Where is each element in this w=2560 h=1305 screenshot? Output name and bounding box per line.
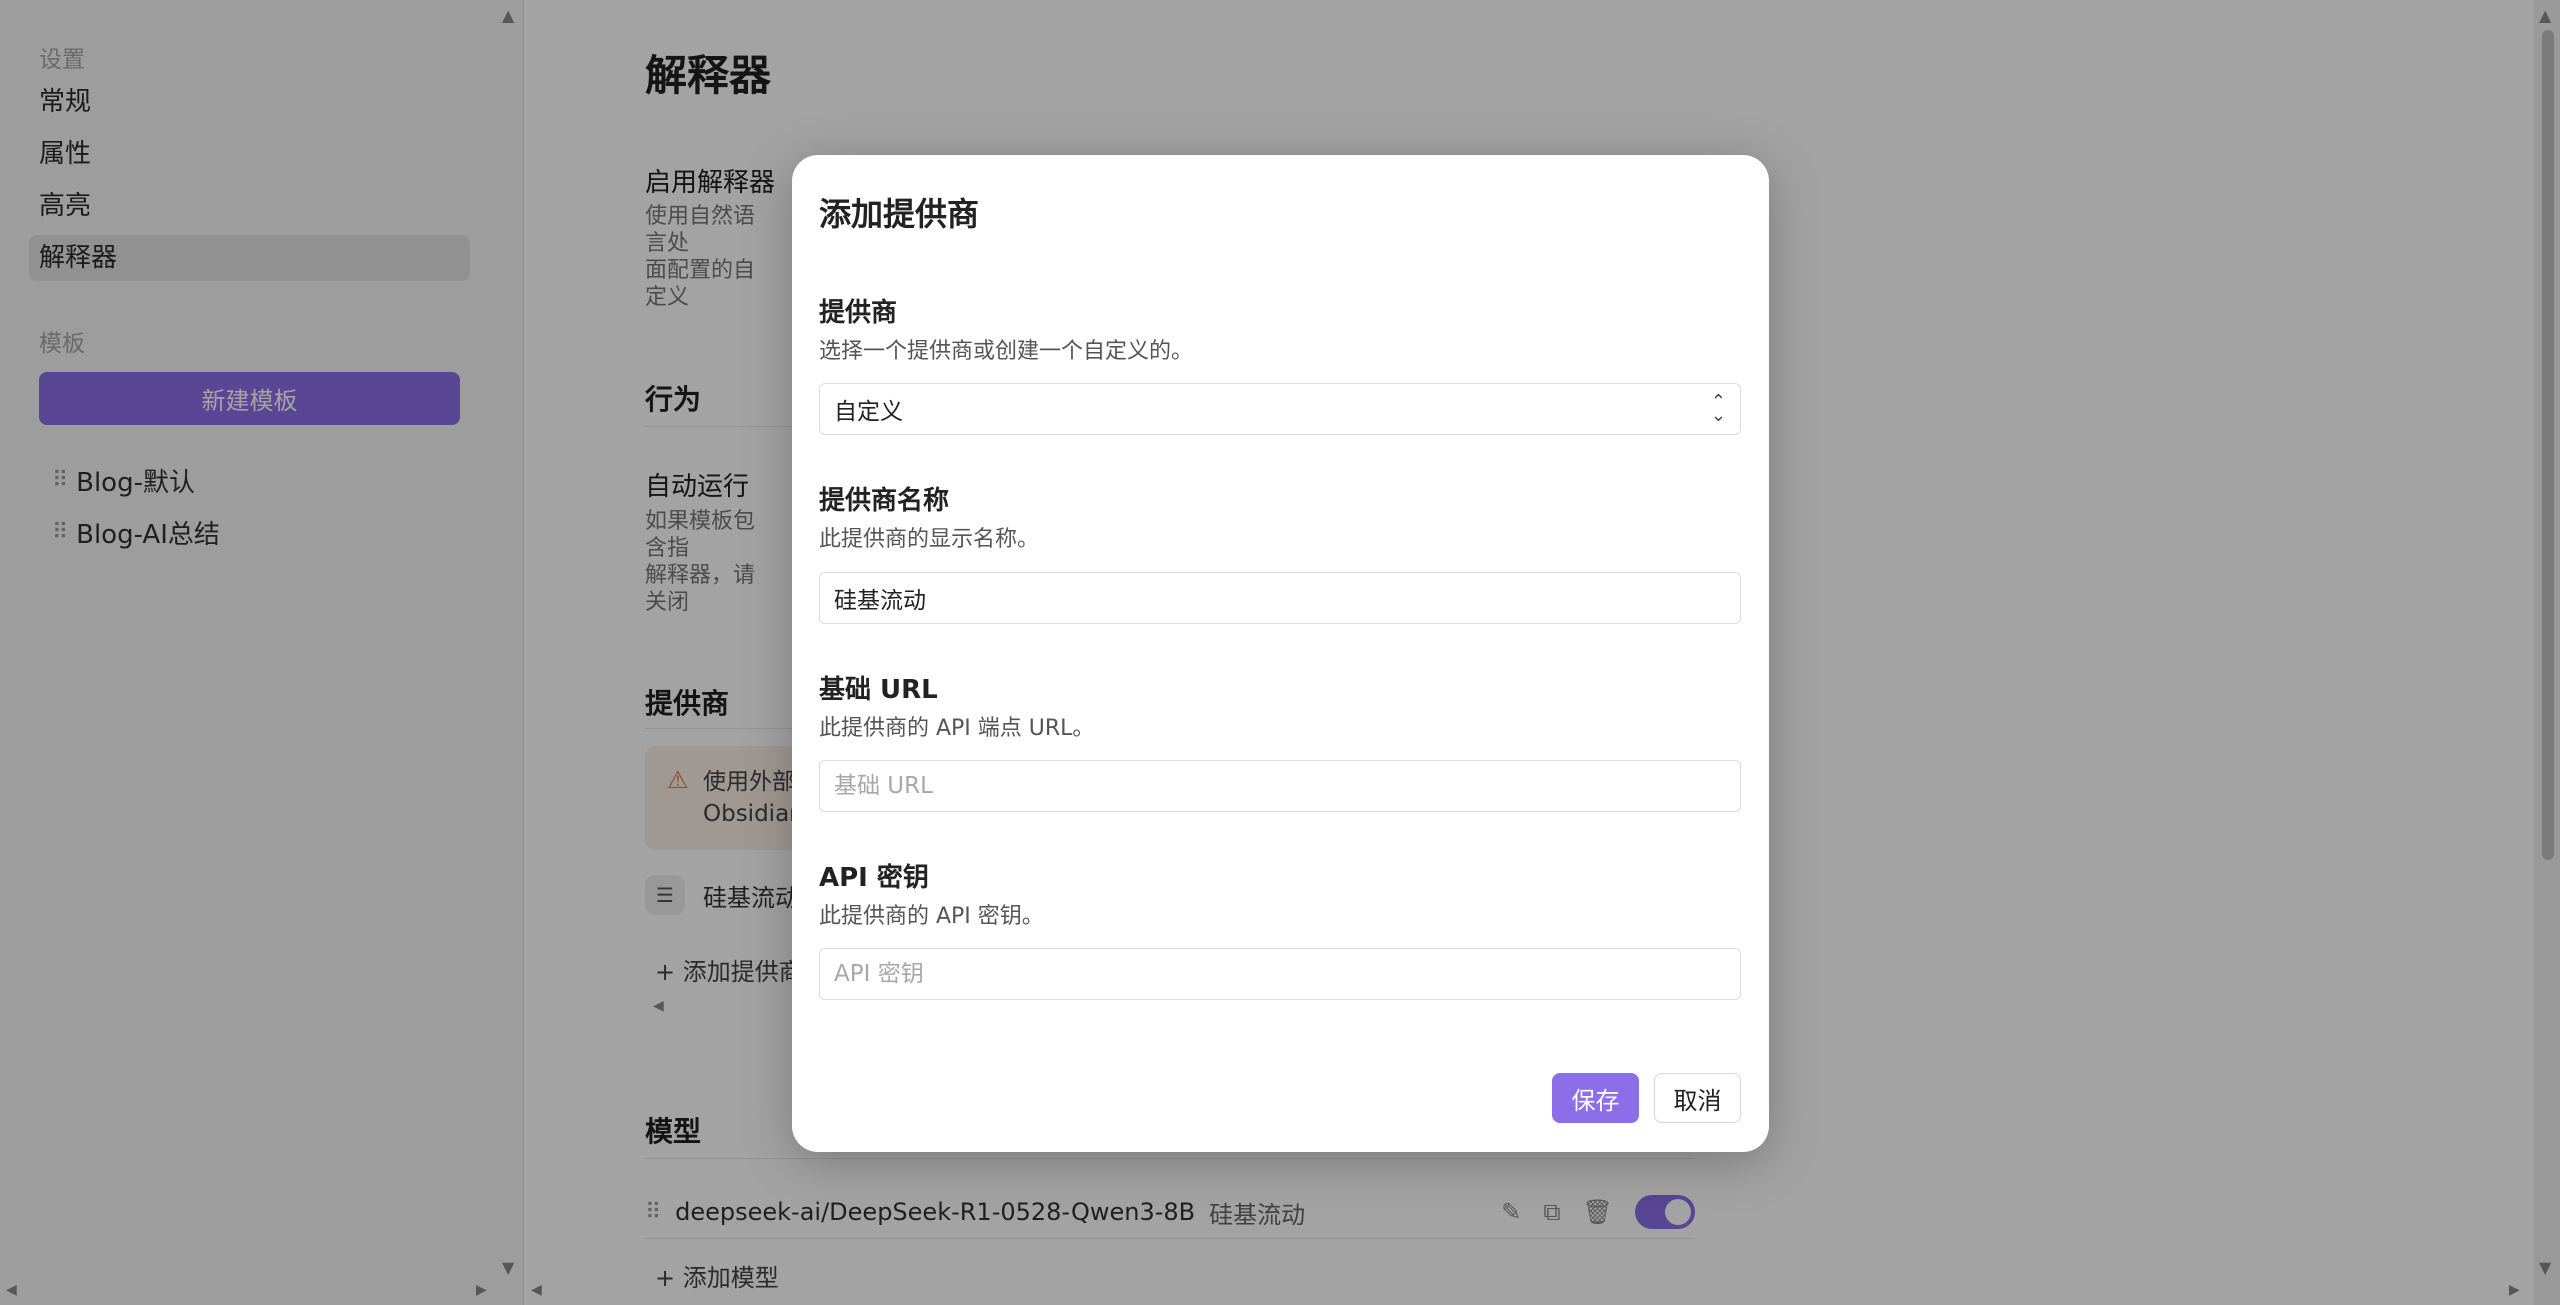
provider-name-desc: 此提供商的显示名称。 <box>819 527 1040 552</box>
provider-select-value: 自定义 <box>834 399 903 425</box>
dialog-title: 添加提供商 <box>819 195 980 233</box>
base-url-label: 基础 URL <box>819 675 938 705</box>
api-key-label: API 密钥 <box>819 863 929 893</box>
chevron-up-down-icon: ⌃ ⌄ <box>1710 391 1726 426</box>
provider-select[interactable]: 自定义 ⌃ ⌄ <box>819 383 1741 435</box>
provider-name-label: 提供商名称 <box>819 486 950 516</box>
cancel-button[interactable]: 取消 <box>1654 1073 1741 1123</box>
base-url-desc: 此提供商的 API 端点 URL。 <box>819 716 1095 741</box>
api-key-desc: 此提供商的 API 密钥。 <box>819 904 1044 929</box>
provider-field-desc: 选择一个提供商或创建一个自定义的。 <box>819 339 1194 364</box>
add-provider-dialog: 添加提供商 提供商 选择一个提供商或创建一个自定义的。 自定义 ⌃ ⌄ 提供商名称… <box>792 155 1769 1152</box>
save-button[interactable]: 保存 <box>1552 1073 1639 1123</box>
provider-field-label: 提供商 <box>819 298 898 328</box>
api-key-input[interactable] <box>819 948 1741 1000</box>
base-url-input[interactable] <box>819 760 1741 812</box>
provider-name-input[interactable] <box>819 572 1741 624</box>
